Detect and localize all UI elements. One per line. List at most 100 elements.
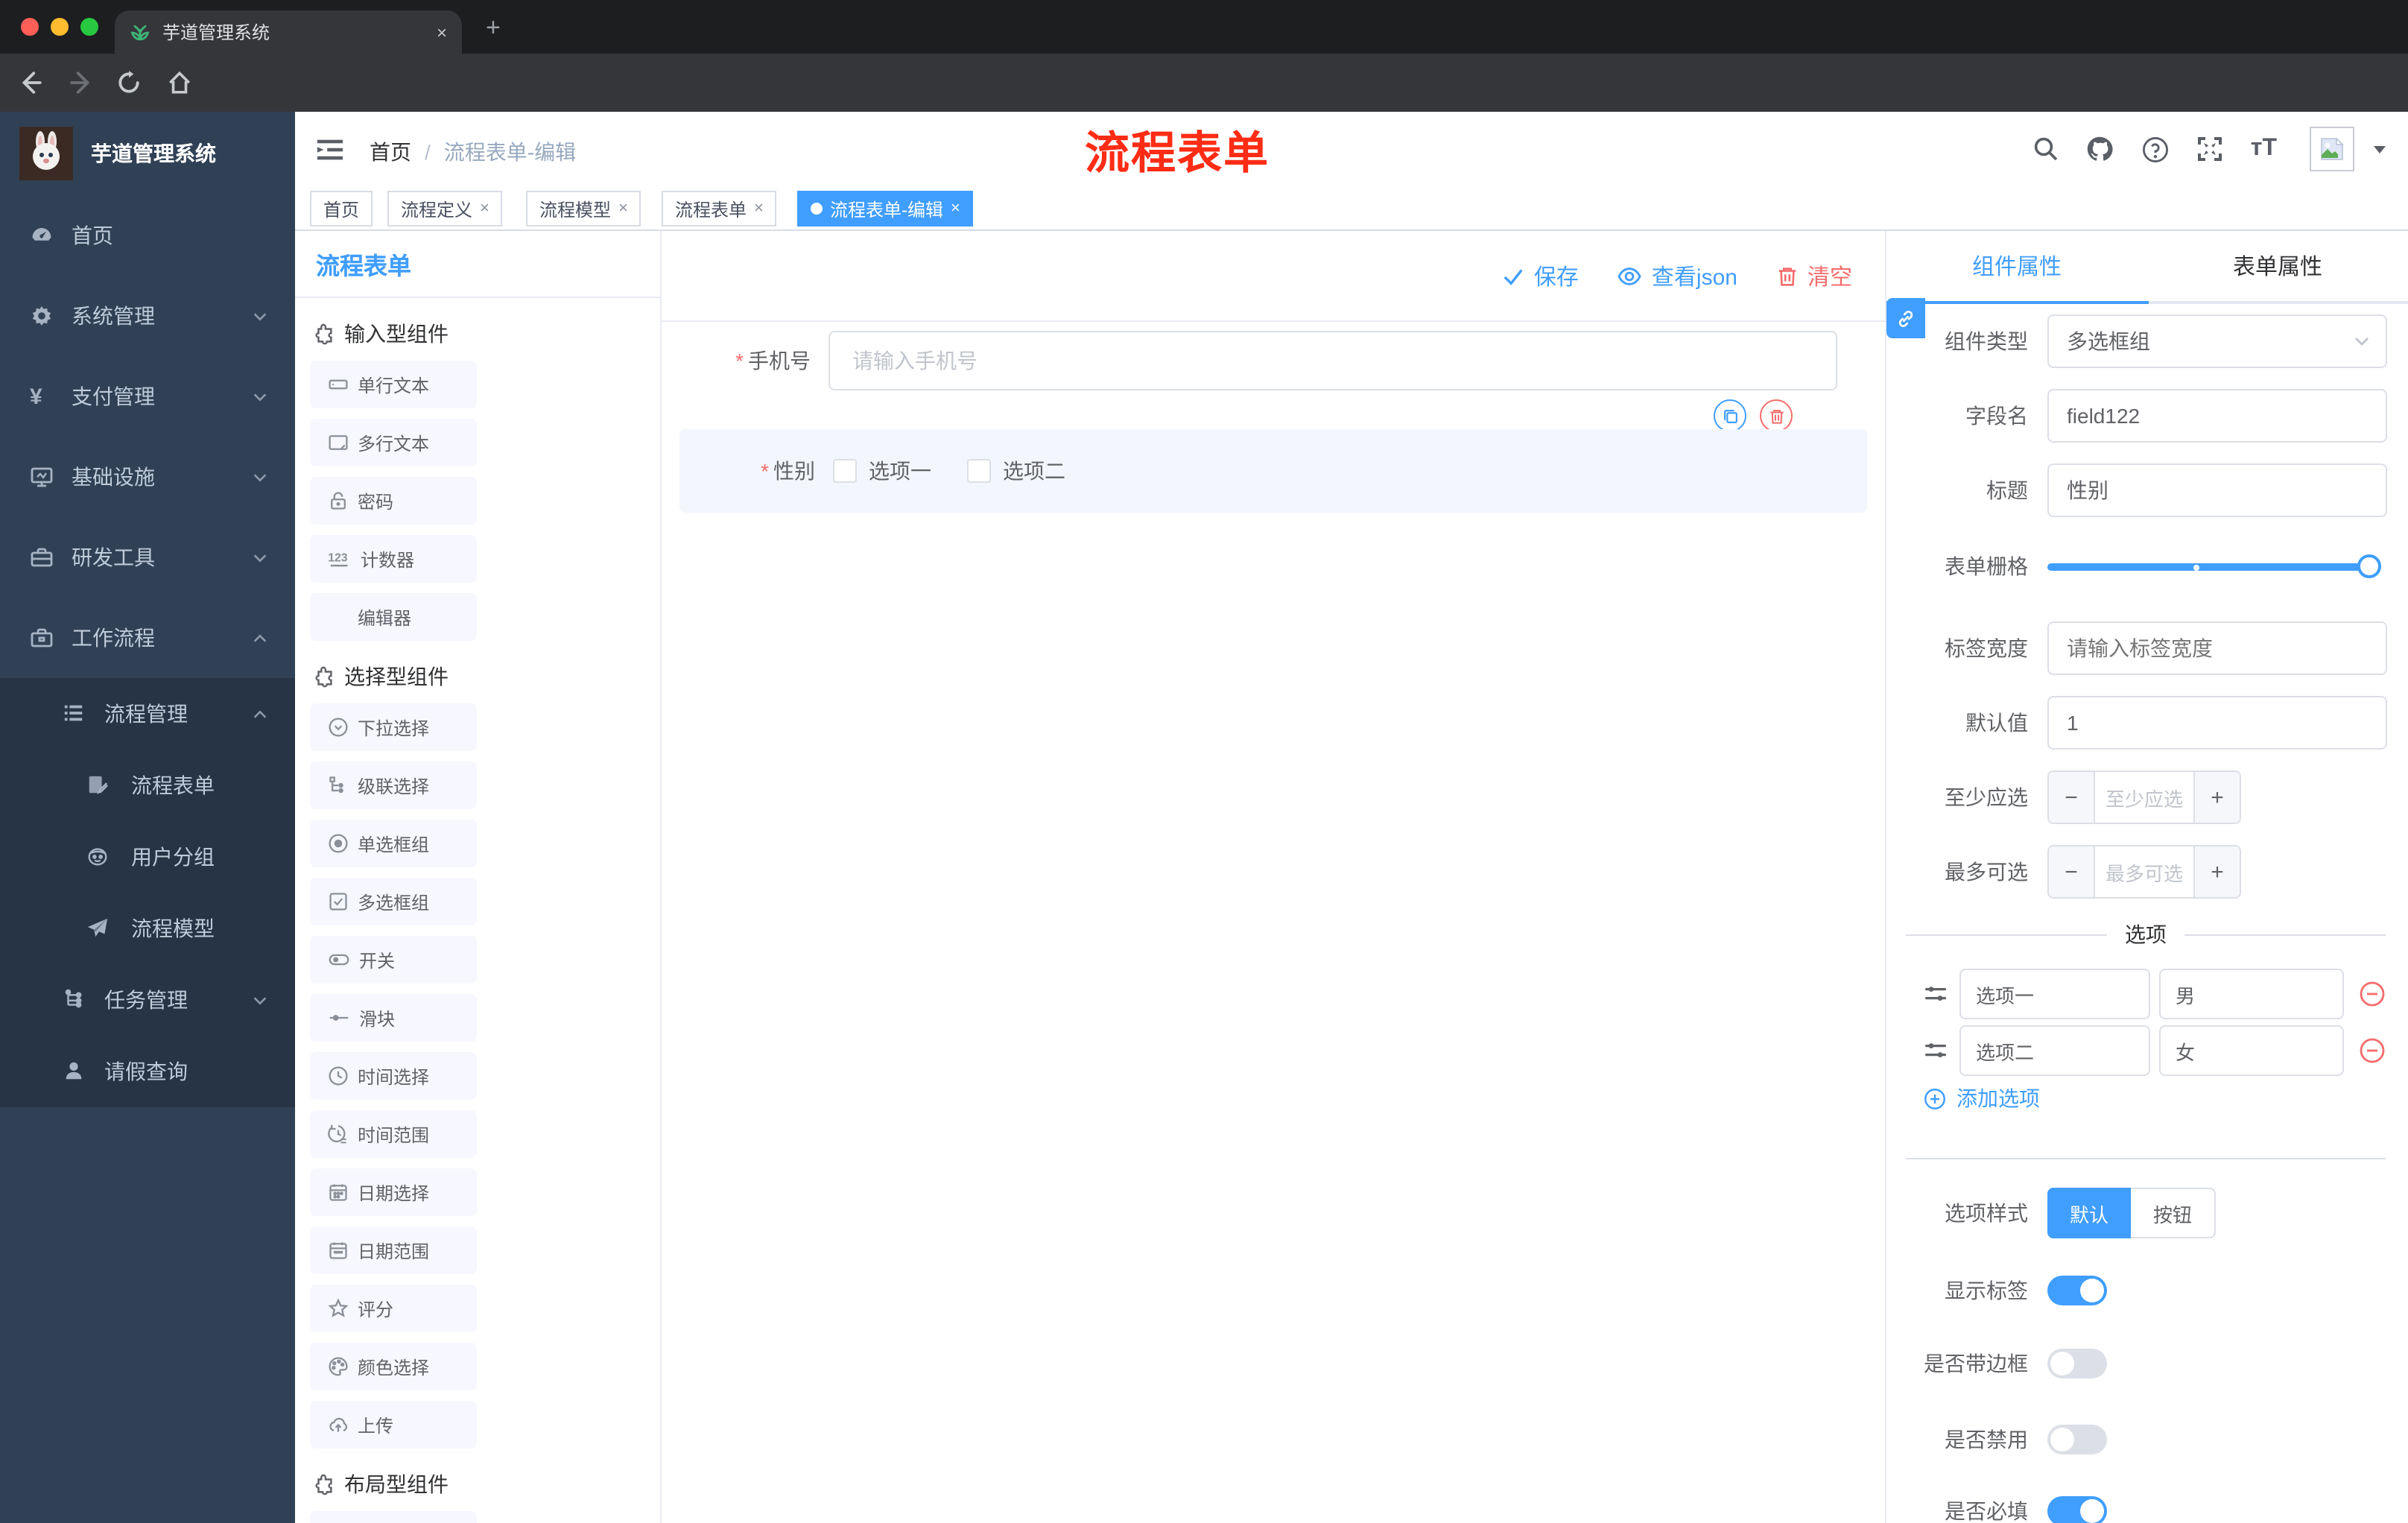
drag-handle-icon[interactable] <box>1924 982 1948 1006</box>
phone-input[interactable]: 请输入手机号 <box>828 331 1837 390</box>
macos-zoom-button[interactable] <box>80 18 98 36</box>
tab-form-props[interactable]: 表单属性 <box>2147 231 2408 301</box>
tag-close-icon[interactable]: × <box>951 200 960 218</box>
macos-minimize-button[interactable] <box>51 18 69 36</box>
field-name-input[interactable] <box>2047 389 2387 443</box>
macos-close-button[interactable] <box>21 18 39 36</box>
palette-item-select[interactable]: 下拉选择 <box>310 703 477 751</box>
palette-item-date-picker[interactable]: 日期选择 <box>310 1168 477 1216</box>
palette-item-counter[interactable]: 123 计数器 <box>310 535 477 583</box>
forward-icon[interactable] <box>69 70 94 95</box>
palette-item-time-picker[interactable]: 时间选择 <box>310 1052 477 1100</box>
increase-button[interactable]: + <box>2195 772 2240 823</box>
hamburger-icon[interactable] <box>316 136 344 164</box>
form-grid-slider[interactable] <box>2047 539 2381 593</box>
github-icon[interactable] <box>2087 135 2115 163</box>
title-input[interactable] <box>2047 463 2387 517</box>
sidebar-item-devtools[interactable]: 研发工具 <box>0 517 295 598</box>
font-size-icon[interactable]: ᴛT <box>2251 136 2277 162</box>
style-button-button[interactable]: 按钮 <box>2131 1188 2217 1238</box>
max-select-stepper[interactable]: − 最多可选 + <box>2047 845 2241 899</box>
sidebar-item-system[interactable]: 系统管理 <box>0 276 295 356</box>
palette-item-row-container[interactable]: 行容器 <box>310 1511 477 1523</box>
drag-handle-icon[interactable] <box>1924 1039 1948 1063</box>
palette-item-upload[interactable]: 上传 <box>310 1401 477 1448</box>
tag-close-icon[interactable]: × <box>618 200 628 218</box>
tab-close-icon[interactable]: × <box>437 22 447 42</box>
max-select-value[interactable]: 最多可选 <box>2094 846 2195 897</box>
tag-process-form-edit[interactable]: 流程表单-编辑 × <box>797 191 974 227</box>
palette-item-radio-group[interactable]: 单选框组 <box>310 820 477 867</box>
option-label-input[interactable] <box>1959 1025 2150 1076</box>
border-switch[interactable] <box>2047 1349 2107 1378</box>
palette-item-password[interactable]: 密码 <box>310 477 477 525</box>
tab-component-props[interactable]: 组件属性 <box>1886 231 2147 301</box>
show-label-switch[interactable] <box>2047 1276 2107 1305</box>
palette-item-single-text[interactable]: 单行文本 <box>310 361 477 408</box>
option-value-input[interactable] <box>2159 1025 2344 1076</box>
palette-item-date-range[interactable]: 日期范围 <box>310 1226 477 1274</box>
tag-home[interactable]: 首页 <box>310 191 373 227</box>
remove-option-icon[interactable] <box>2359 981 2386 1007</box>
fullscreen-icon[interactable] <box>2197 136 2224 162</box>
tag-process-model[interactable]: 流程模型 × <box>526 191 641 227</box>
tag-process-definition[interactable]: 流程定义 × <box>387 191 503 227</box>
home-icon[interactable] <box>167 70 192 95</box>
tag-close-icon[interactable]: × <box>480 200 489 218</box>
sidebar-item-user-group[interactable]: 用户分组 <box>0 821 295 893</box>
search-icon[interactable] <box>2033 136 2060 162</box>
sidebar-item-task-mgmt[interactable]: 任务管理 <box>0 964 295 1036</box>
breadcrumb-home[interactable]: 首页 <box>370 137 411 167</box>
min-select-stepper[interactable]: − 至少应选 + <box>2047 770 2241 824</box>
slider-handle[interactable] <box>2357 554 2381 578</box>
decrease-button[interactable]: − <box>2049 772 2094 823</box>
sidebar-item-infrastructure[interactable]: 基础设施 <box>0 437 295 517</box>
gender-option-1[interactable]: 选项一 <box>833 456 931 486</box>
phone-field-row[interactable]: 手机号 请输入手机号 <box>662 331 1885 390</box>
option-value-input[interactable] <box>2159 969 2344 1019</box>
increase-button[interactable]: + <box>2195 846 2240 897</box>
sidebar-logo[interactable]: 芋道管理系统 <box>0 112 295 195</box>
sidebar-item-process-form[interactable]: 流程表单 <box>0 750 295 821</box>
sidebar-item-home[interactable]: 首页 <box>0 195 295 276</box>
palette-item-switch[interactable]: 开关 <box>310 936 477 984</box>
default-value-input[interactable] <box>2047 696 2387 750</box>
help-icon[interactable] <box>2142 135 2170 163</box>
palette-item-checkbox-group[interactable]: 多选框组 <box>310 878 477 925</box>
remove-option-icon[interactable] <box>2359 1037 2386 1064</box>
add-option-button[interactable]: 添加选项 <box>1924 1083 2040 1113</box>
browser-tab[interactable]: 芋道管理系统 × <box>115 10 462 54</box>
copy-component-button[interactable] <box>1714 399 1746 432</box>
gender-option-2[interactable]: 选项二 <box>967 456 1065 486</box>
palette-item-multi-text[interactable]: 多行文本 <box>310 419 477 466</box>
avatar-caret-icon[interactable] <box>2372 142 2387 156</box>
decrease-button[interactable]: − <box>2049 846 2094 897</box>
view-json-button[interactable]: 查看json <box>1618 260 1737 291</box>
component-type-select[interactable]: 多选框组 <box>2047 314 2387 368</box>
min-select-value[interactable]: 至少应选 <box>2094 772 2195 823</box>
sidebar-item-leave-query[interactable]: 请假查询 <box>0 1036 295 1107</box>
label-width-input[interactable] <box>2047 621 2387 675</box>
back-icon[interactable] <box>18 70 43 95</box>
disabled-switch[interactable] <box>2047 1425 2107 1454</box>
palette-item-slider[interactable]: 滑块 <box>310 994 477 1042</box>
palette-item-color-picker[interactable]: 颜色选择 <box>310 1343 477 1390</box>
sidebar-item-process-mgmt[interactable]: 流程管理 <box>0 678 295 750</box>
tag-process-form[interactable]: 流程表单 × <box>662 191 777 227</box>
slider-track[interactable] <box>2047 563 2378 571</box>
palette-item-cascader[interactable]: 级联选择 <box>310 762 477 809</box>
sidebar-item-workflow[interactable]: 工作流程 <box>0 598 295 678</box>
sidebar-item-payment[interactable]: ¥ 支付管理 <box>0 356 295 437</box>
clear-button[interactable]: 清空 <box>1776 260 1852 291</box>
palette-item-time-range[interactable]: 时间范围 <box>310 1110 477 1158</box>
required-switch[interactable] <box>2047 1496 2107 1523</box>
palette-item-editor[interactable]: 编辑器 <box>310 593 477 641</box>
style-default-button[interactable]: 默认 <box>2047 1188 2132 1238</box>
save-button[interactable]: 保存 <box>1503 260 1579 291</box>
option-label-input[interactable] <box>1959 969 2150 1019</box>
gender-field-block-selected[interactable]: 性别 选项一 选项二 <box>679 429 1867 513</box>
sidebar-item-process-model[interactable]: 流程模型 <box>0 893 295 964</box>
new-tab-button[interactable]: + <box>486 15 501 40</box>
palette-item-rate[interactable]: 评分 <box>310 1285 477 1332</box>
tag-close-icon[interactable]: × <box>754 200 764 218</box>
